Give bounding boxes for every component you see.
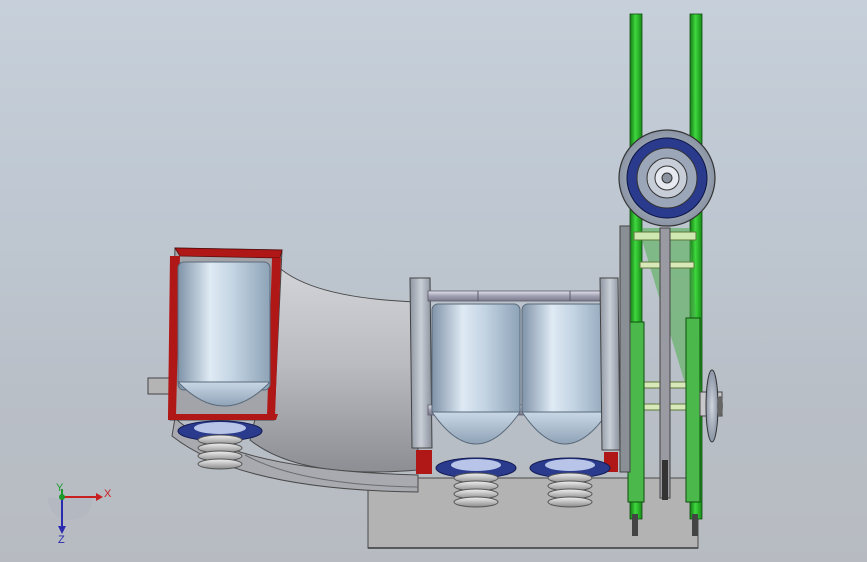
middle-canister-2 — [521, 303, 609, 445]
model-view[interactable]: X Y Z — [0, 0, 867, 562]
left-canister — [176, 261, 272, 407]
green-frame — [619, 13, 703, 536]
right-end-plate — [599, 277, 621, 472]
z-axis-label: Z — [58, 534, 65, 546]
cad-graphics-area[interactable]: X Y Z — [0, 0, 867, 562]
middle-canister-1 — [431, 303, 521, 445]
middle-spring-1-icon — [453, 472, 499, 508]
middle-spring-2-icon — [547, 472, 593, 508]
top-wheel — [618, 129, 716, 227]
left-spring-icon — [197, 434, 243, 470]
coordinate-triad-icon: X Y Z — [48, 482, 112, 546]
side-pulley — [699, 369, 723, 443]
y-axis-label: Y — [56, 482, 64, 494]
left-end-plate — [409, 277, 433, 474]
x-axis-label: X — [104, 488, 112, 500]
